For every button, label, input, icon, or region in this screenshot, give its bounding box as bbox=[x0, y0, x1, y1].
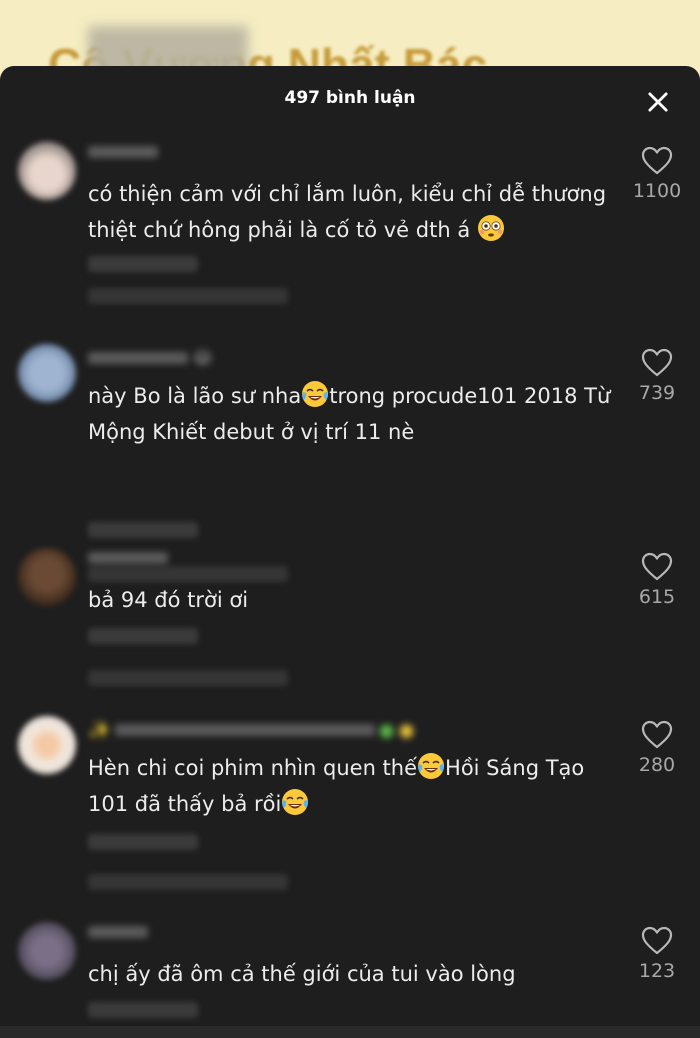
comment-username[interactable] bbox=[88, 552, 168, 570]
comment-text-part: này Bo là lão sư nha bbox=[88, 384, 302, 408]
heart-icon bbox=[641, 146, 673, 175]
avatar[interactable] bbox=[18, 716, 76, 774]
like-button[interactable]: 739 bbox=[628, 348, 686, 404]
like-count: 615 bbox=[638, 586, 676, 608]
heart-icon bbox=[641, 720, 673, 749]
comment-username[interactable] bbox=[88, 926, 148, 944]
smile-emoji-icon: ● bbox=[398, 720, 415, 741]
close-button[interactable] bbox=[644, 88, 672, 116]
comment-meta bbox=[88, 834, 198, 850]
flushed-face-emoji-icon bbox=[477, 215, 504, 241]
comment-count: 497 bình luận bbox=[284, 88, 416, 108]
tears-of-joy-emoji-icon bbox=[282, 789, 309, 815]
comment-username[interactable]: ✨ ● ● bbox=[88, 720, 415, 741]
like-count: 1100 bbox=[632, 180, 682, 202]
comment-meta bbox=[88, 256, 198, 272]
comments-sheet: 497 bình luận có thiện cảm với chỉ lắm l… bbox=[0, 66, 700, 1038]
avatar[interactable] bbox=[18, 142, 76, 200]
comment-text: Hèn chi coi phim nhìn quen thế Hồi Sáng … bbox=[88, 750, 618, 822]
sparkle-emoji-icon: ✨ bbox=[88, 720, 111, 741]
tears-of-joy-emoji-icon bbox=[302, 381, 329, 407]
view-replies[interactable] bbox=[88, 670, 288, 686]
green-emoji-icon: ● bbox=[378, 720, 395, 741]
like-button[interactable]: 615 bbox=[628, 552, 686, 608]
avatar[interactable] bbox=[18, 548, 76, 606]
comment-meta bbox=[88, 522, 198, 538]
like-count: 123 bbox=[638, 960, 676, 982]
avatar[interactable] bbox=[18, 344, 76, 402]
like-count: 739 bbox=[638, 382, 676, 404]
comment-meta bbox=[88, 1002, 198, 1018]
avatar[interactable] bbox=[18, 922, 76, 980]
comment-username[interactable] bbox=[88, 146, 158, 164]
comment-text-content: có thiện cảm với chỉ lắm luôn, kiểu chỉ … bbox=[88, 182, 607, 242]
comment-text-content: chị ấy đã ôm cả thế giới của tui vào lòn… bbox=[88, 962, 516, 986]
comment-username[interactable]: 😂 bbox=[88, 348, 214, 369]
comments-header: 497 bình luận bbox=[0, 66, 700, 136]
view-replies[interactable] bbox=[88, 874, 288, 890]
comment-meta bbox=[88, 628, 198, 644]
tears-of-joy-emoji-icon bbox=[418, 753, 445, 779]
comment-text-part: Hèn chi coi phim nhìn quen thế bbox=[88, 756, 418, 780]
comment-text: này Bo là lão sư nha trong procude101 20… bbox=[88, 378, 618, 450]
heart-icon bbox=[641, 348, 673, 377]
like-button[interactable]: 1100 bbox=[628, 146, 686, 202]
comment-input-bar[interactable] bbox=[0, 1026, 700, 1038]
comment-text-content: bả 94 đó trời ơi bbox=[88, 588, 249, 612]
like-count: 280 bbox=[638, 754, 676, 776]
tears-of-joy-emoji-icon: 😂 bbox=[192, 348, 214, 369]
comment-text: bả 94 đó trời ơi bbox=[88, 582, 618, 618]
view-replies[interactable] bbox=[88, 288, 288, 304]
heart-icon bbox=[641, 926, 673, 955]
like-button[interactable]: 280 bbox=[628, 720, 686, 776]
like-button[interactable]: 123 bbox=[628, 926, 686, 982]
heart-icon bbox=[641, 552, 673, 581]
close-icon bbox=[648, 92, 668, 112]
comment-text: có thiện cảm với chỉ lắm luôn, kiểu chỉ … bbox=[88, 176, 618, 248]
comment-text: chị ấy đã ôm cả thế giới của tui vào lòn… bbox=[88, 956, 618, 992]
